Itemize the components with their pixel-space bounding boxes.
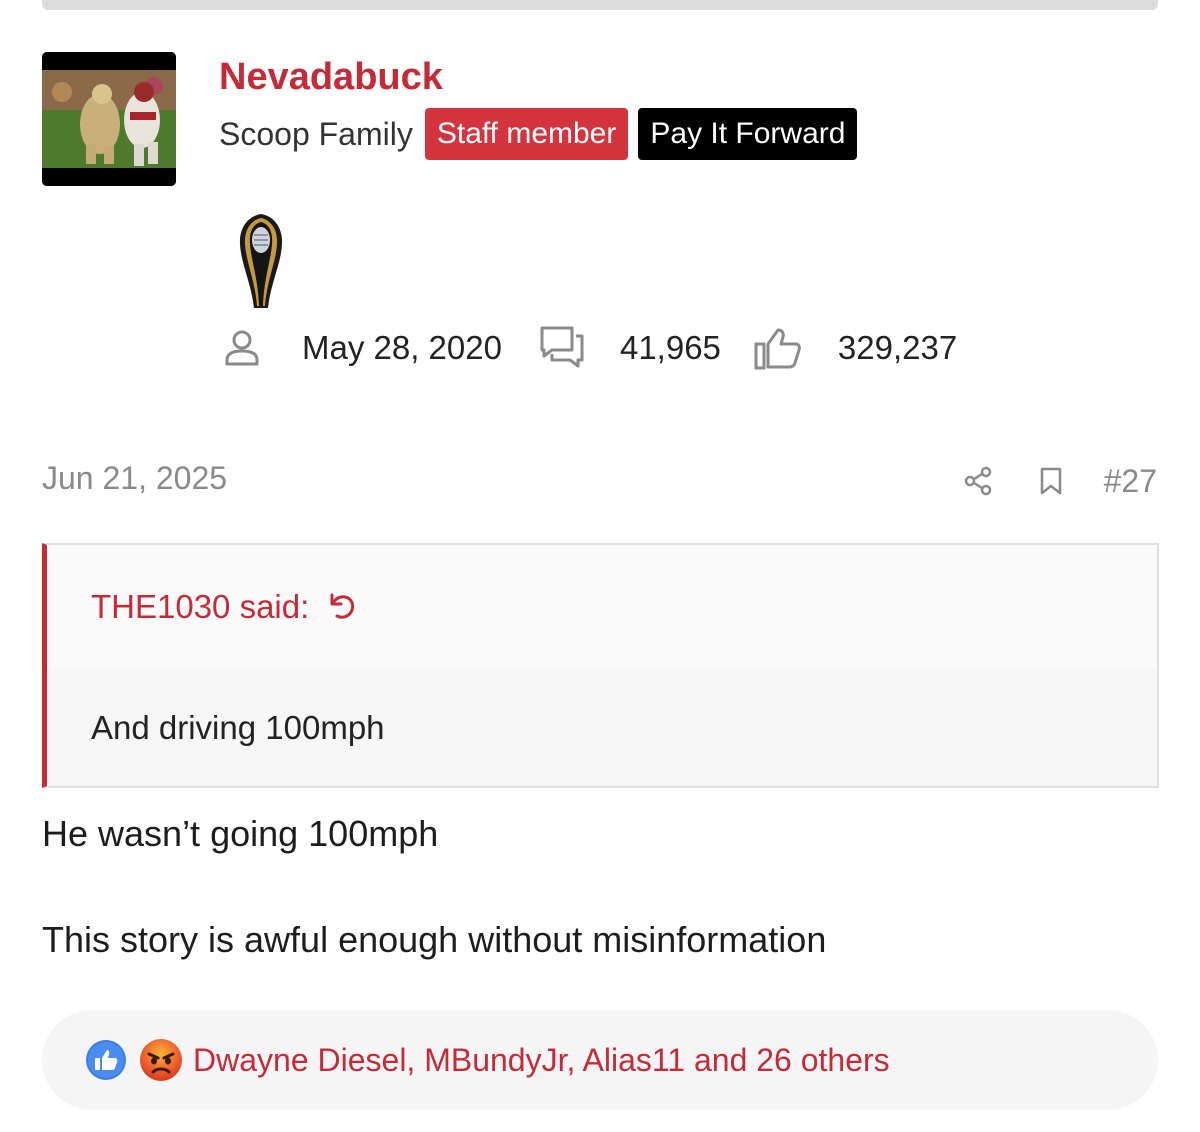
share-icon[interactable] <box>963 466 993 496</box>
quote-attribution[interactable]: THE1030 said: <box>91 588 309 626</box>
post-paragraph: This story is awful enough without misin… <box>42 919 827 960</box>
cfp-trophy-icon <box>239 214 283 308</box>
jump-to-quote-icon[interactable] <box>327 591 357 623</box>
post-paragraph: He wasn’t going 100mph <box>42 813 439 854</box>
reactions-bar[interactable]: Dwayne Diesel, MBundyJr, Alias11 and 26 … <box>42 1010 1158 1110</box>
message-count: 41,965 <box>619 329 721 366</box>
user-title: Scoop Family <box>219 115 413 152</box>
reaction-score: 329,237 <box>837 329 958 366</box>
reaction-users-link[interactable]: Dwayne Diesel, MBundyJr, Alias11 and 26 … <box>193 1042 890 1079</box>
joined-date: May 28, 2020 <box>302 329 502 366</box>
user-avatar[interactable] <box>42 52 176 186</box>
bookmark-icon[interactable] <box>1038 466 1064 496</box>
post-date-link[interactable]: Jun 21, 2025 <box>42 460 227 497</box>
like-reaction-icon <box>86 1040 126 1080</box>
reaction-icons <box>85 1038 183 1082</box>
post-actions: #27 <box>963 458 1157 504</box>
reaction-score-icon <box>754 328 801 370</box>
avatar-image <box>42 52 176 186</box>
user-icon <box>225 330 259 366</box>
staff-member-banner: Staff member <box>424 108 629 160</box>
quote-block: THE1030 said: And driving 100mph <box>42 543 1159 788</box>
user-stats: May 28, 2020 41,965 329,237 <box>222 320 957 376</box>
pay-it-forward-banner: Pay It Forward <box>638 108 858 160</box>
post-number-link[interactable]: #27 <box>1104 463 1157 500</box>
messages-icon <box>540 326 584 368</box>
quote-content: And driving 100mph <box>91 708 385 746</box>
quote-header[interactable]: THE1030 said: <box>47 545 1157 669</box>
username-link[interactable]: Nevadabuck <box>219 56 443 99</box>
user-title-row: Scoop Family Staff member Pay It Forward <box>219 108 867 160</box>
previous-post-divider <box>42 0 1158 10</box>
angry-reaction-icon <box>140 1039 182 1081</box>
